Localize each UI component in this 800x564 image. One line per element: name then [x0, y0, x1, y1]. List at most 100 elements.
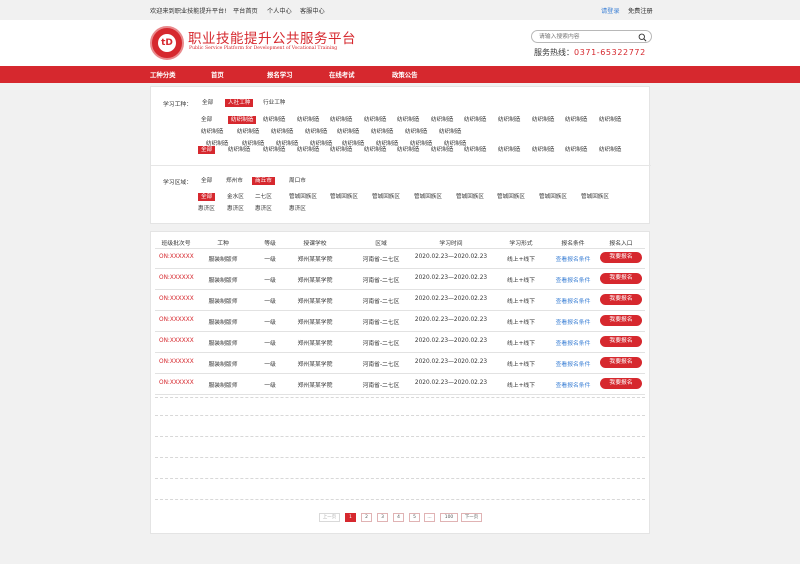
page-button[interactable]: 4	[393, 513, 404, 522]
enroll-button[interactable]: 我要报名	[600, 294, 642, 305]
school-cell: 郑州某某学院	[297, 257, 333, 263]
view-conditions-link[interactable]: 查看报名条件	[556, 254, 591, 263]
city-zhoukou[interactable]: 周口市	[289, 177, 306, 185]
enroll-button[interactable]: 我要报名	[600, 315, 642, 326]
district-item[interactable]: 管城回族区	[581, 193, 609, 201]
district-item[interactable]: 管城回族区	[414, 193, 442, 201]
level-item[interactable]: 纺织制造	[364, 146, 386, 154]
trade-cell: 服装制版师	[208, 299, 238, 305]
trade-sub-item[interactable]: 纺织制造	[599, 116, 621, 124]
level-item[interactable]: 纺织制造	[532, 146, 554, 154]
nav-exam[interactable]: 在线考试	[329, 70, 355, 79]
register-link[interactable]: 免费注册	[628, 6, 653, 15]
page-button[interactable]: 100	[440, 513, 458, 522]
nav-home[interactable]: 首页	[211, 70, 224, 79]
next-page-button[interactable]: 下一页	[461, 513, 482, 522]
district-item[interactable]: 惠济区	[255, 205, 272, 213]
level-all[interactable]: 全部	[198, 146, 216, 154]
view-conditions-link[interactable]: 查看报名条件	[556, 296, 591, 305]
link-service[interactable]: 客服中心	[300, 6, 325, 15]
login-link[interactable]: 请登录	[601, 6, 620, 15]
enroll-button[interactable]: 我要报名	[600, 336, 642, 347]
prev-page-button[interactable]: 上一页	[319, 513, 340, 522]
trade-sub-item[interactable]: 纺织制造	[201, 128, 223, 136]
level-item[interactable]: 纺织制造	[431, 146, 453, 154]
trade-tab-industry[interactable]: 行业工种	[263, 99, 285, 107]
level-item[interactable]: 纺织制造	[397, 146, 419, 154]
page-button[interactable]: 3	[377, 513, 388, 522]
region-cell: 河南省-二七区	[362, 320, 400, 326]
trade-sub-item[interactable]: 纺织制造	[464, 116, 486, 124]
view-conditions-link[interactable]: 查看报名条件	[556, 380, 591, 389]
nav-enroll[interactable]: 报名学习	[267, 70, 293, 79]
time-cell: 2020.02.23—2020.02.23	[414, 296, 488, 302]
trade-sub-item[interactable]: 纺织制造	[565, 116, 587, 124]
trade-sub-all[interactable]: 全部	[201, 116, 212, 124]
district-item[interactable]: 管城回族区	[539, 193, 567, 201]
trade-sub-item[interactable]: 纺织制造	[305, 128, 327, 136]
city-zhengzhou[interactable]: 郑州市	[226, 177, 243, 185]
search-input[interactable]	[539, 32, 629, 42]
level-item[interactable]: 纺织制造	[263, 146, 285, 154]
empty-row	[155, 436, 645, 437]
nav-category[interactable]: 工种分类	[150, 70, 176, 79]
trade-sub-item[interactable]: 纺织制造	[405, 128, 427, 136]
view-conditions-link[interactable]: 查看报名条件	[556, 359, 591, 368]
district-item[interactable]: 惠济区	[198, 205, 215, 213]
district-item[interactable]: 管城回族区	[289, 193, 317, 201]
trade-sub-item[interactable]: 纺织制造	[263, 116, 285, 124]
trade-sub-item[interactable]: 纺织制造	[498, 116, 520, 124]
level-item[interactable]: 纺织制造	[297, 146, 319, 154]
page-button[interactable]: 5	[409, 513, 420, 522]
batch-code: ON:XXXXXX	[159, 380, 194, 386]
enroll-button[interactable]: 我要报名	[600, 273, 642, 284]
district-item[interactable]: 金水区	[227, 193, 244, 201]
trade-sub-item[interactable]: 纺织制造	[237, 128, 259, 136]
hotline-label: 服务热线：	[534, 48, 574, 57]
district-item[interactable]: 管城回族区	[330, 193, 358, 201]
trade-sub-item[interactable]: 纺织制造	[431, 116, 453, 124]
level-item[interactable]: 纺织制造	[330, 146, 352, 154]
level-item[interactable]: 纺织制造	[228, 146, 250, 154]
welcome-text: 欢迎来到职业技能提升平台!	[150, 8, 227, 15]
page-ellipsis: ...	[424, 513, 435, 522]
page-button[interactable]: 1	[345, 513, 356, 522]
district-item[interactable]: 管城回族区	[372, 193, 400, 201]
view-conditions-link[interactable]: 查看报名条件	[556, 317, 591, 326]
trade-sub-item[interactable]: 纺织制造	[397, 116, 419, 124]
level-item[interactable]: 纺织制造	[464, 146, 486, 154]
empty-row	[155, 397, 645, 398]
district-item[interactable]: 惠济区	[289, 205, 306, 213]
trade-sub-item[interactable]: 纺织制造	[371, 128, 393, 136]
district-item[interactable]: 惠济区	[227, 205, 244, 213]
search-icon[interactable]	[638, 33, 647, 42]
view-conditions-link[interactable]: 查看报名条件	[556, 338, 591, 347]
trade-sub-item[interactable]: 纺织制造	[337, 128, 359, 136]
page-button[interactable]: 2	[361, 513, 372, 522]
link-home[interactable]: 平台首页	[233, 6, 258, 15]
link-profile[interactable]: 个人中心	[267, 6, 292, 15]
trade-sub-item[interactable]: 纺织制造	[364, 116, 386, 124]
trade-sub-item[interactable]: 纺织制造	[532, 116, 554, 124]
trade-tab-hr[interactable]: 人社工种	[225, 99, 254, 107]
district-item[interactable]: 二七区	[255, 193, 272, 201]
trade-sub-item[interactable]: 纺织制造	[271, 128, 293, 136]
district-all[interactable]: 全部	[198, 193, 216, 201]
level-item[interactable]: 纺织制造	[498, 146, 520, 154]
district-item[interactable]: 管城回族区	[497, 193, 525, 201]
trade-sub-item[interactable]: 纺织制造	[228, 116, 257, 124]
trade-sub-item[interactable]: 纺织制造	[439, 128, 461, 136]
enroll-button[interactable]: 我要报名	[600, 252, 642, 263]
level-item[interactable]: 纺织制造	[599, 146, 621, 154]
city-all[interactable]: 全部	[201, 177, 212, 185]
level-item[interactable]: 纺织制造	[565, 146, 587, 154]
city-shangqiu[interactable]: 商丘市	[252, 177, 275, 185]
trade-tab-all[interactable]: 全部	[202, 99, 213, 107]
district-item[interactable]: 管城回族区	[456, 193, 484, 201]
trade-sub-item[interactable]: 纺织制造	[297, 116, 319, 124]
nav-policy[interactable]: 政策公告	[392, 70, 418, 79]
enroll-button[interactable]: 我要报名	[600, 378, 642, 389]
enroll-button[interactable]: 我要报名	[600, 357, 642, 368]
view-conditions-link[interactable]: 查看报名条件	[556, 275, 591, 284]
trade-sub-item[interactable]: 纺织制造	[330, 116, 352, 124]
